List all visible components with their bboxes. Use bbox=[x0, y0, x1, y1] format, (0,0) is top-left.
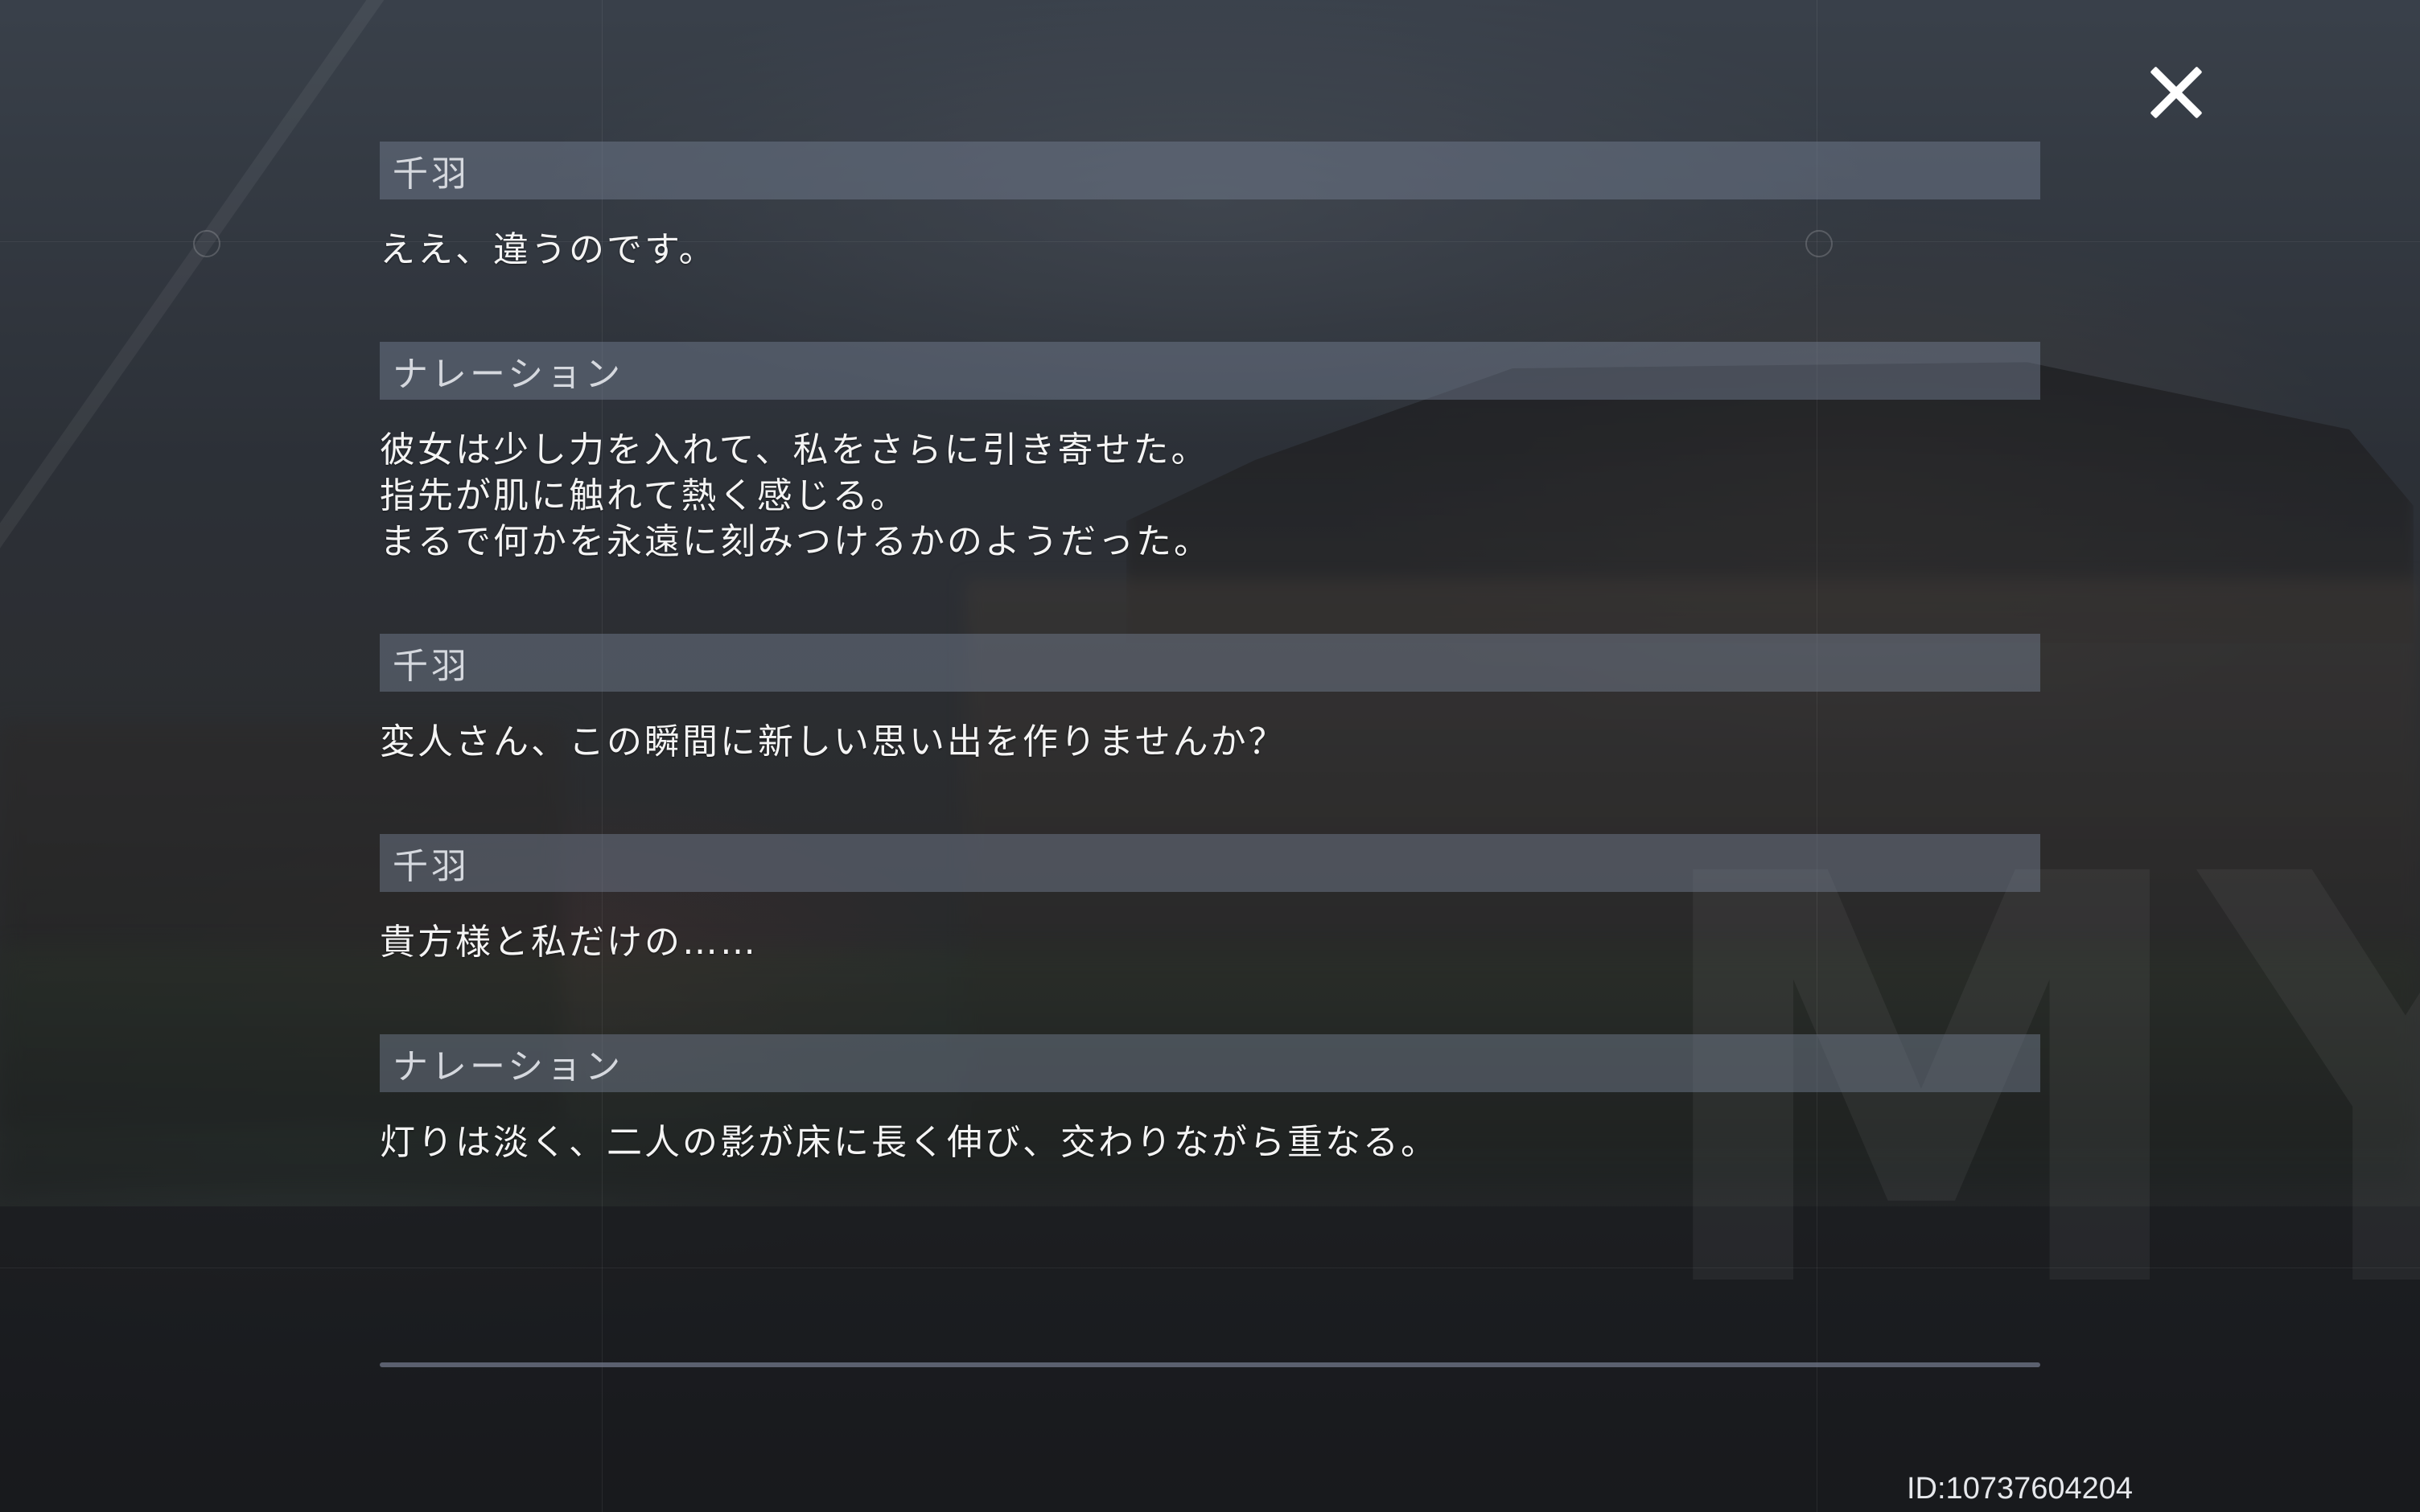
speaker-name: ナレーション bbox=[393, 354, 624, 395]
speaker-bar: ナレーション bbox=[380, 342, 2040, 400]
speaker-bar: ナレーション bbox=[380, 1034, 2040, 1092]
scroll-divider bbox=[380, 1362, 2040, 1367]
log-entry: ナレーション 彼女は少し力を入れて、私をさらに引き寄せた。 指先が肌に触れて熱く… bbox=[380, 342, 2040, 565]
speaker-name: 千羽 bbox=[393, 846, 470, 887]
dialogue-line: 灯りは淡く、二人の影が床に長く伸び、交わりながら重なる。 bbox=[380, 1122, 1438, 1163]
dialogue-line: ええ、違うのです。 bbox=[380, 229, 717, 270]
dialogue-text: 貴方様と私だけの…… bbox=[380, 919, 2040, 965]
crosshair-icon bbox=[193, 230, 220, 257]
speaker-bar: 千羽 bbox=[380, 142, 2040, 199]
log-entry: 千羽 貴方様と私だけの…… bbox=[380, 834, 2040, 965]
dialogue-text: 変人さん、この瞬間に新しい思い出を作りませんか？ bbox=[380, 719, 2040, 765]
speaker-bar: 千羽 bbox=[380, 834, 2040, 892]
dialogue-line: 指先が肌に触れて熱く感じる。 bbox=[380, 475, 908, 516]
story-log-screen: MY 千羽 ええ、違うのです。 ナレーション 彼女は少し力を入れて、私をさらに引… bbox=[0, 0, 2420, 1512]
dialogue-text: 灯りは淡く、二人の影が床に長く伸び、交わりながら重なる。 bbox=[380, 1120, 2040, 1165]
dialogue-text: ええ、違うのです。 bbox=[380, 227, 2040, 273]
dialogue-text: 彼女は少し力を入れて、私をさらに引き寄せた。 指先が肌に触れて熱く感じる。 まる… bbox=[380, 427, 2040, 565]
speaker-name: ナレーション bbox=[393, 1046, 624, 1087]
close-button[interactable] bbox=[2140, 56, 2212, 129]
log-entry: ナレーション 灯りは淡く、二人の影が床に長く伸び、交わりながら重なる。 bbox=[380, 1034, 2040, 1165]
log-entry: 千羽 変人さん、この瞬間に新しい思い出を作りませんか？ bbox=[380, 634, 2040, 765]
decorative-stripe bbox=[0, 0, 415, 549]
dialogue-line: 変人さん、この瞬間に新しい思い出を作りませんか？ bbox=[380, 721, 1286, 762]
player-id-label: ID:10737604204 bbox=[1907, 1472, 2134, 1506]
speaker-name: 千羽 bbox=[393, 154, 470, 195]
speaker-bar: 千羽 bbox=[380, 634, 2040, 692]
dialogue-log[interactable]: 千羽 ええ、違うのです。 ナレーション 彼女は少し力を入れて、私をさらに引き寄せ… bbox=[380, 142, 2040, 1165]
log-entry: 千羽 ええ、違うのです。 bbox=[380, 142, 2040, 273]
dialogue-line: まるで何かを永遠に刻みつけるかのようだった。 bbox=[380, 521, 1212, 562]
dialogue-line: 彼女は少し力を入れて、私をさらに引き寄せた。 bbox=[380, 429, 1209, 470]
speaker-name: 千羽 bbox=[393, 646, 470, 687]
dialogue-line: 貴方様と私だけの…… bbox=[380, 922, 758, 963]
